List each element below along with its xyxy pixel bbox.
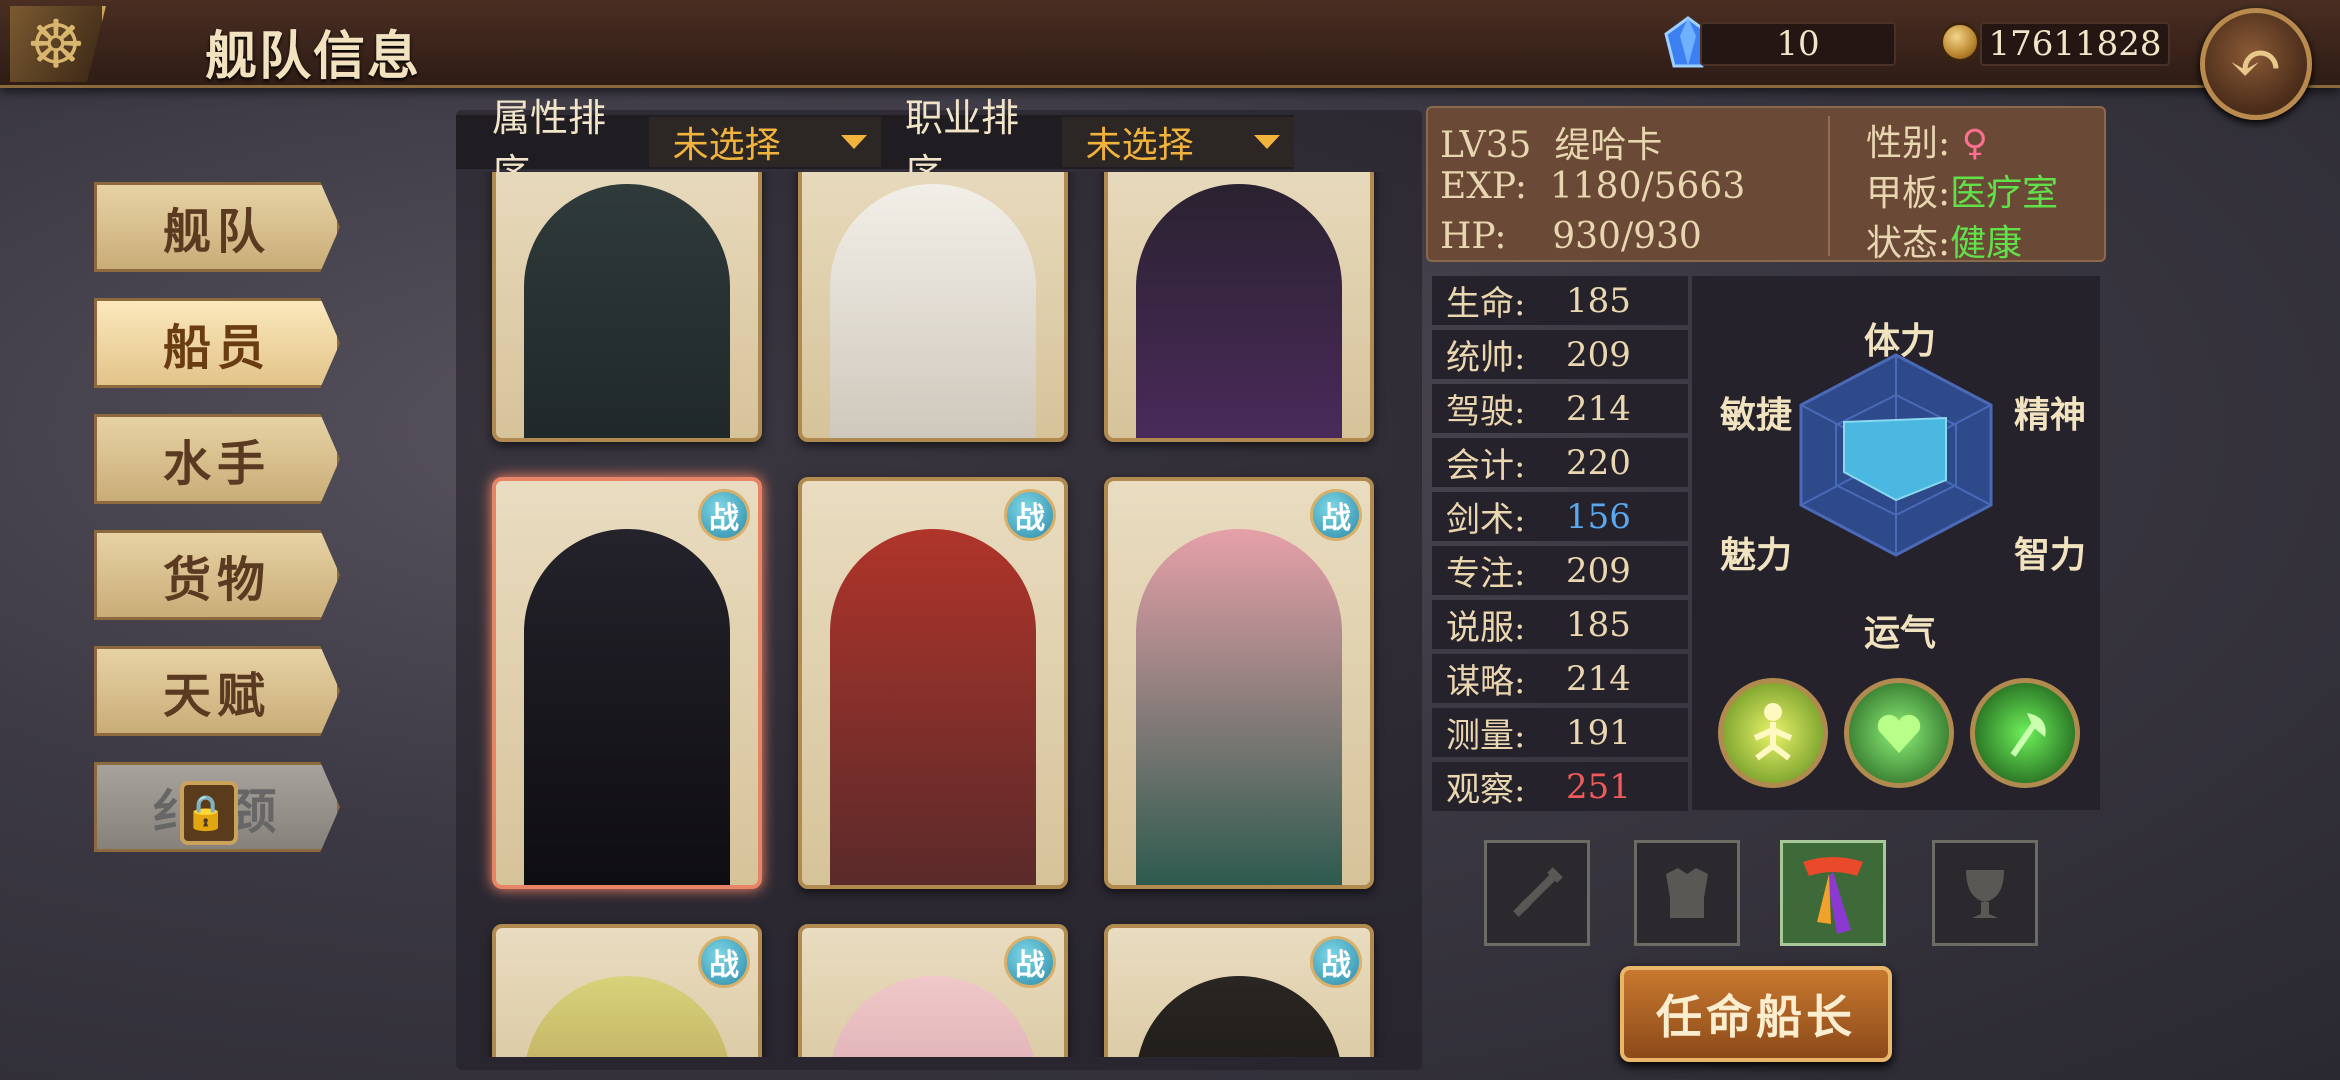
chevron-down-icon [841,135,867,149]
top-bar: ☸ 舰队信息 10 17611828 [0,0,2340,88]
equip-slot-armor[interactable] [1634,840,1740,946]
crew-card-selected[interactable]: 战 [492,477,762,889]
crew-card[interactable]: 战 [1104,924,1374,1057]
equip-slot-trinket[interactable] [1932,840,2038,946]
battle-badge: 战 [1310,936,1362,988]
crew-status: 状态:健康 [1866,223,2023,264]
crew-portrait [830,529,1036,885]
armor-icon [1666,868,1708,918]
crew-portrait [1136,184,1342,438]
battle-badge: 战 [1004,936,1056,988]
crew-card[interactable] [798,172,1068,442]
sidebar-item-cargo[interactable]: 货物 [94,530,340,620]
back-button[interactable]: ↶ [2200,8,2312,120]
radar-label: 魅力 [1720,534,1793,576]
equip-slot-weapon[interactable] [1484,840,1590,946]
gold-count: 17611828 [1980,22,2170,66]
chalice-icon [1966,870,2004,918]
radar-chart [1799,353,1993,557]
radar-label: 运气 [1864,612,1937,654]
info-divider [1828,116,1830,256]
crew-card[interactable] [1104,172,1374,442]
crew-portrait [830,976,1036,1057]
page-title: 舰队信息 [205,26,422,87]
sidebar-item-fleet[interactable]: 舰队 [94,182,340,272]
crew-card[interactable] [492,172,762,442]
crew-portrait [524,529,730,885]
stat-row: 驾驶: 214 [1432,384,1688,433]
female-icon: ♀ [1961,123,1988,164]
skill-meditation-icon[interactable] [1718,678,1828,788]
stat-row: 说服: 185 [1432,600,1688,649]
crew-hp: HP: 930/930 [1440,216,1702,257]
crew-info-box: LV35 缇哈卡 EXP: 1180/5663 HP: 930/930 性别: … [1426,106,2106,264]
job-sort-dropdown[interactable]: 未选择 [1061,117,1294,167]
sort-bar: 属性排序 未选择 职业排序 未选择 [456,96,1294,195]
crew-portrait [1136,529,1342,885]
attr-sort-dropdown[interactable]: 未选择 [648,117,881,167]
crew-card[interactable]: 战 [798,477,1068,889]
ship-wheel-icon: ☸ [10,6,106,82]
crew-gender: 性别: ♀ [1866,123,1988,164]
gem-count: 10 [1700,22,1896,66]
stat-row: 统帅: 209 [1432,330,1688,379]
crew-portrait [524,184,730,438]
crew-exp: EXP: 1180/5663 [1440,166,1746,207]
gold-coin-icon [1940,22,1980,62]
crew-deck: 甲板:医疗室 [1866,173,2059,214]
stat-row: 专注: 209 [1432,546,1688,595]
crew-card-grid: 战 战 战 战 战 战 [456,172,1422,1057]
battle-badge: 战 [1004,489,1056,541]
stat-row: 谋略: 214 [1432,654,1688,703]
sidebar-item-sailors[interactable]: 水手 [94,414,340,504]
crew-portrait [1136,976,1342,1057]
crew-portrait [524,976,730,1057]
stats-list: 生命: 185 统帅: 209 驾驶: 214 会计: 220 剑术: 156 专注: 20… [1432,276,1688,811]
skill-heart-hand-icon[interactable] [1844,678,1954,788]
stat-row: 观察: 251 [1432,762,1688,811]
battle-badge: 战 [698,489,750,541]
sidebar-item-talent[interactable]: 天赋 [94,646,340,736]
sidebar-item-crew[interactable]: 船员 [94,298,340,388]
crew-card[interactable]: 战 [492,924,762,1057]
crew-card[interactable]: 战 [798,924,1068,1057]
stat-row: 测量: 191 [1432,708,1688,757]
stat-row: 剑术: 156 [1432,492,1688,541]
skill-axe-icon[interactable] [1970,678,2080,788]
back-arrow-icon: ↶ [2229,27,2283,101]
radar-label: 敏捷 [1720,394,1793,436]
crew-portrait [830,184,1036,438]
chevron-down-icon [1254,135,1280,149]
equip-slot-accessory-filled[interactable] [1780,840,1886,946]
battle-badge: 战 [1310,489,1362,541]
lock-icon: 🔒 [180,781,238,845]
scarf-icon [1803,857,1863,934]
radar-label: 体力 [1864,320,1937,362]
crew-level-name: LV35 缇哈卡 [1440,125,1663,166]
radar-label: 精神 [2014,394,2087,436]
crew-card[interactable]: 战 [1104,477,1374,889]
stat-row: 生命: 185 [1432,276,1688,325]
sidebar-item-locked[interactable]: 纟 颈 🔒 [94,762,340,852]
stat-row: 会计: 220 [1432,438,1688,487]
sword-icon [1513,867,1563,917]
battle-badge: 战 [698,936,750,988]
radar-label: 智力 [2014,534,2087,576]
appoint-captain-button[interactable]: 任命船长 [1620,966,1892,1062]
